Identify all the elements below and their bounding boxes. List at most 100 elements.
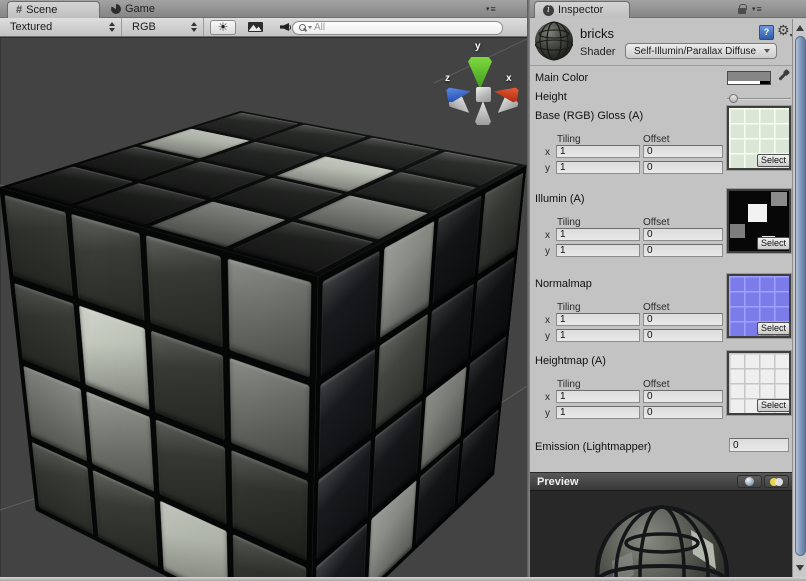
tiling-header: Tiling — [557, 379, 581, 390]
tiling-x-field[interactable] — [556, 313, 640, 326]
axis-y-cone[interactable] — [468, 57, 492, 89]
offset-y-field[interactable] — [643, 329, 723, 342]
tab-game[interactable]: Game — [105, 1, 161, 17]
select-texture-button[interactable]: Select — [757, 399, 790, 412]
scene-grid-icon: # — [16, 4, 22, 16]
offset-x-field[interactable] — [643, 228, 723, 241]
offset-x-field[interactable] — [643, 313, 723, 326]
axis-y-label: y — [475, 41, 481, 52]
scroll-down-arrow-icon[interactable] — [796, 565, 804, 571]
scene-viewport[interactable]: y x z — [0, 37, 527, 577]
tiling-y-field[interactable] — [556, 406, 640, 419]
main-color-swatch[interactable] — [727, 71, 771, 85]
preview-header[interactable]: Preview — [530, 472, 792, 490]
texture-square — [730, 224, 745, 238]
tiling-x-field[interactable] — [556, 390, 640, 403]
inspector-scrollbar[interactable] — [792, 19, 806, 577]
window-bottom-edge — [0, 577, 806, 581]
emission-field[interactable] — [729, 438, 789, 452]
offset-header: Offset — [643, 379, 670, 390]
material-header: bricks Shader Self-Illumin/Parallax Diff… — [530, 19, 792, 66]
axis-x-label: x — [506, 73, 512, 84]
orientation-gizmo: y x z — [440, 37, 527, 127]
scrollbar-thumb[interactable] — [795, 36, 806, 556]
preview-sphere-toggle[interactable] — [737, 475, 762, 488]
map-section-illumin: Illumin (A) Tiling Offset x y Select — [530, 193, 792, 263]
tiling-x-field[interactable] — [556, 228, 640, 241]
help-button[interactable]: ? — [759, 25, 774, 40]
x-row-label: x — [545, 147, 550, 158]
unity-editor-window: # Scene Game ▾≡ Textured RGB ☀ — [0, 0, 806, 581]
search-filter-arrow-icon[interactable] — [308, 26, 312, 29]
eyedropper-icon[interactable] — [776, 69, 792, 85]
y-row-label: y — [545, 408, 550, 419]
scene-lighting-toggle[interactable]: ☀ — [210, 20, 236, 35]
preview-lighting-toggle[interactable] — [764, 475, 789, 488]
x-row-label: x — [545, 392, 550, 403]
scene-search-field — [292, 21, 503, 35]
tiling-header: Tiling — [557, 217, 581, 228]
map-section-normalmap: Normalmap Tiling Offset x y Select — [530, 278, 792, 348]
preview-area[interactable] — [530, 490, 792, 577]
y-row-label: y — [545, 163, 550, 174]
texture-square — [771, 192, 787, 206]
y-row-label: y — [545, 246, 550, 257]
chevron-down-icon — [764, 49, 770, 53]
gizmo-center-cube[interactable] — [476, 87, 491, 102]
axis-neg-y-cone[interactable] — [475, 101, 491, 125]
preview-title: Preview — [537, 476, 579, 488]
select-texture-button[interactable]: Select — [757, 322, 790, 335]
scroll-up-arrow-icon[interactable] — [796, 25, 804, 31]
scene-effects-toggle[interactable] — [242, 20, 268, 35]
offset-header: Offset — [643, 134, 670, 145]
offset-y-field[interactable] — [643, 406, 723, 419]
cube-tile — [464, 335, 507, 433]
cube-tile — [71, 214, 144, 321]
offset-x-field[interactable] — [643, 390, 723, 403]
map-section-heightmap: Heightmap (A) Tiling Offset x y Select — [530, 355, 792, 425]
cube-object[interactable] — [96, 170, 446, 520]
scene-toolbar: Textured RGB ☀ — [0, 18, 527, 37]
emission-label: Emission (Lightmapper) — [535, 441, 651, 453]
tiling-y-field[interactable] — [556, 244, 640, 257]
search-input[interactable] — [314, 22, 496, 33]
texture-square — [748, 204, 767, 222]
offset-header: Offset — [643, 302, 670, 313]
search-icon — [299, 24, 306, 32]
height-slider-thumb[interactable] — [729, 94, 738, 103]
tiling-header: Tiling — [557, 302, 581, 313]
image-icon — [248, 22, 263, 32]
cube-tile — [432, 195, 481, 304]
shader-dropdown[interactable]: Self-Illumin/Parallax Diffuse — [625, 43, 777, 59]
tiling-x-field[interactable] — [556, 145, 640, 158]
select-texture-button[interactable]: Select — [757, 154, 790, 167]
x-row-label: x — [545, 230, 550, 241]
offset-y-field[interactable] — [643, 244, 723, 257]
material-name: bricks — [580, 26, 614, 41]
map-label: Illumin (A) — [535, 193, 585, 205]
material-sphere-icon — [534, 21, 574, 61]
x-row-label: x — [545, 315, 550, 326]
gear-icon[interactable]: ⚙ — [777, 23, 793, 39]
tiling-header: Tiling — [557, 134, 581, 145]
select-texture-button[interactable]: Select — [757, 237, 790, 250]
brick-cube — [133, 145, 436, 552]
scene-panel-menu-icon[interactable]: ▾≡ — [486, 4, 496, 14]
map-label: Base (RGB) Gloss (A) — [535, 110, 643, 122]
y-row-label: y — [545, 331, 550, 342]
inspector-content: bricks Shader Self-Illumin/Parallax Diff… — [530, 0, 806, 577]
color-channels-dropdown[interactable]: RGB — [122, 18, 204, 36]
tiling-y-field[interactable] — [556, 329, 640, 342]
tab-scene[interactable]: # Scene — [7, 1, 100, 18]
cube-tile — [478, 173, 523, 275]
offset-y-field[interactable] — [643, 161, 723, 174]
height-slider[interactable] — [727, 98, 791, 100]
offset-x-field[interactable] — [643, 145, 723, 158]
shader-value: Self-Illumin/Parallax Diffuse — [634, 46, 756, 57]
scene-tabstrip: # Scene Game ▾≡ — [0, 0, 527, 18]
tiling-y-field[interactable] — [556, 161, 640, 174]
inspector-panel: i Inspector ▾≡ — [530, 0, 806, 577]
sphere-icon — [745, 477, 754, 486]
render-mode-dropdown[interactable]: Textured — [0, 18, 122, 36]
popup-arrows-icon — [191, 22, 197, 32]
